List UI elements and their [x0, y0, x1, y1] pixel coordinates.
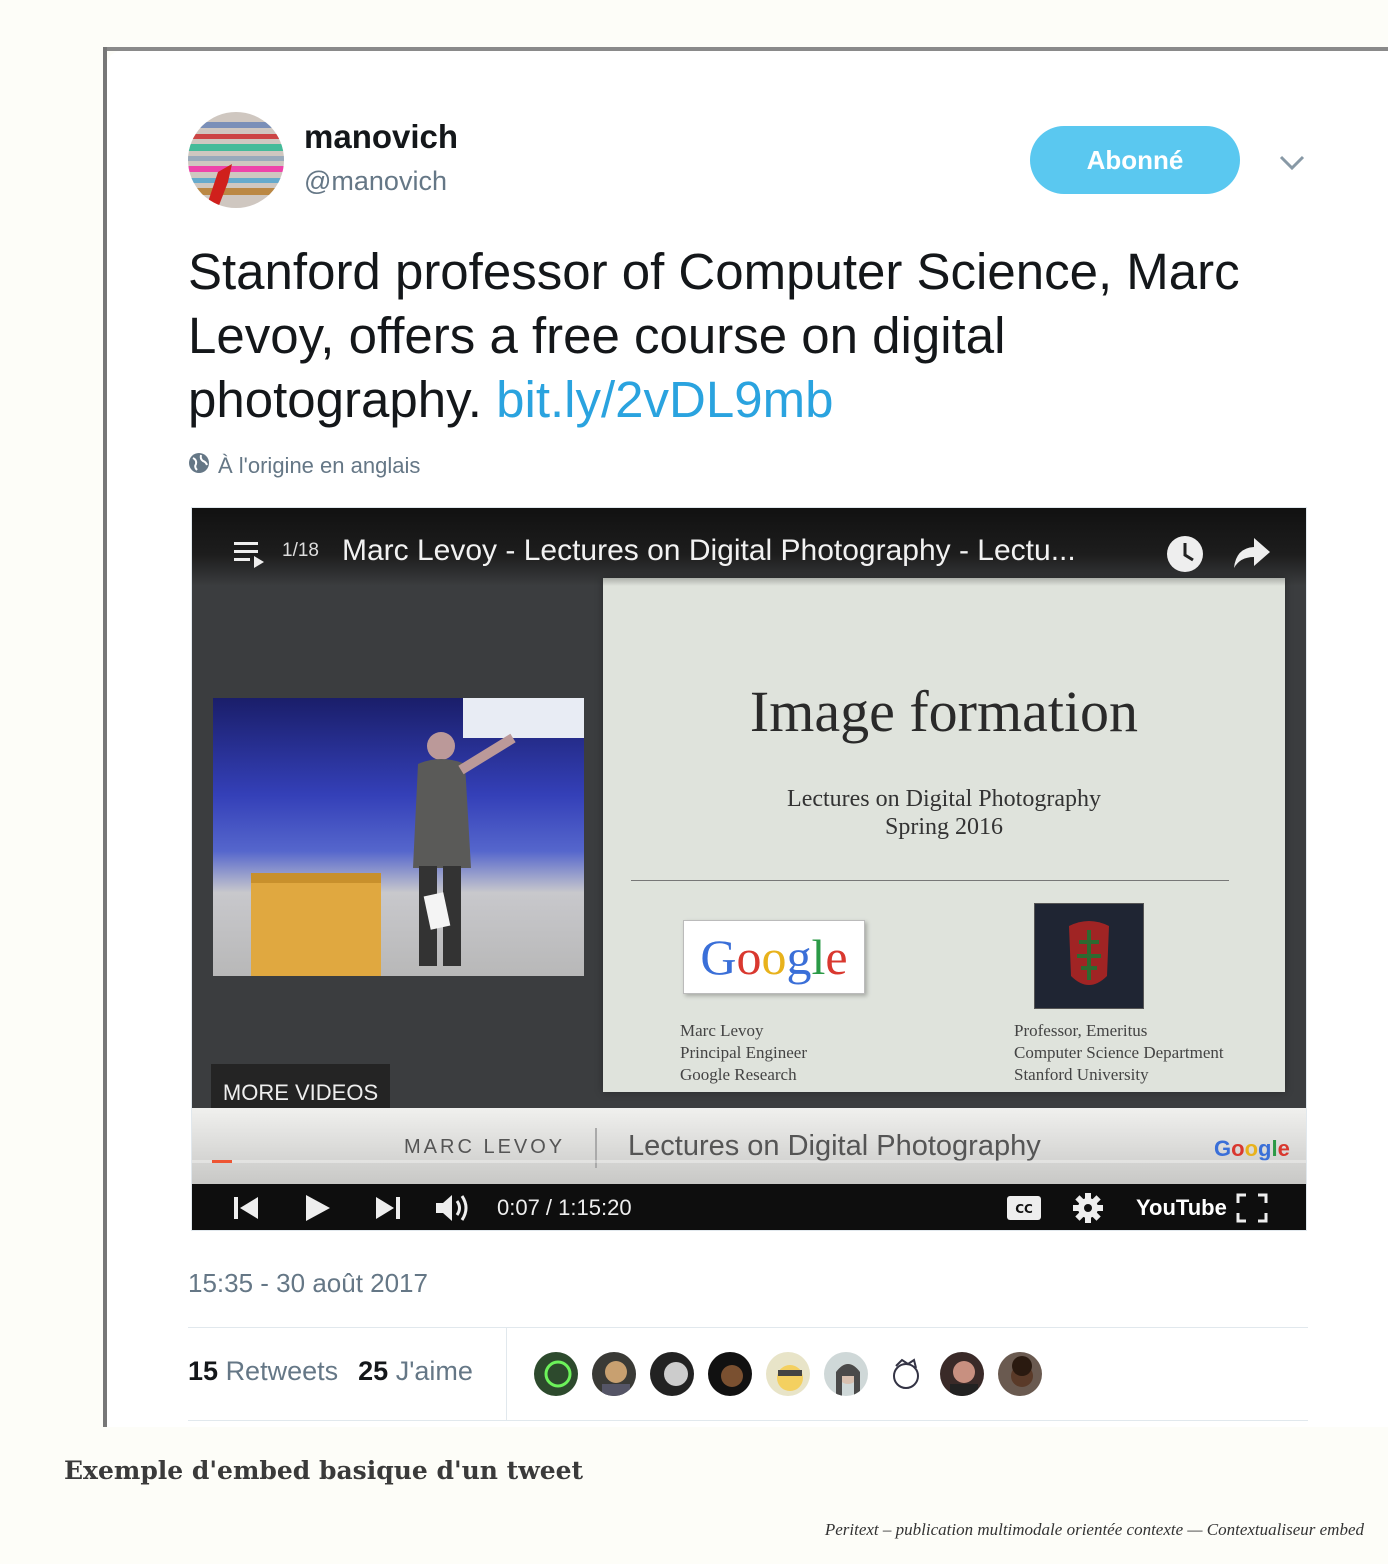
lecture-slide: Image formation Lectures on Digital Phot… — [603, 578, 1285, 1092]
page-footer: Peritext – publication multimodale orien… — [824, 1520, 1364, 1539]
slide-credits-left: Marc Levoy Principal Engineer Google Res… — [680, 1020, 807, 1086]
slide-credits-right: Professor, Emeritus Computer Science Dep… — [1014, 1020, 1224, 1086]
slide-divider — [631, 880, 1229, 881]
playlist-counter: 1/18 — [282, 540, 319, 561]
progress-bar-fill — [212, 1160, 232, 1163]
video-title[interactable]: Marc Levoy - Lectures on Digital Photogr… — [342, 534, 1076, 568]
stats-divider-bottom — [188, 1420, 1308, 1421]
progress-bar[interactable] — [192, 1160, 1306, 1163]
volume-icon[interactable] — [434, 1184, 472, 1230]
liker-avatar[interactable] — [532, 1350, 580, 1398]
retweets-count: 15 — [188, 1356, 219, 1386]
lower-third-name: MARC LEVOY — [404, 1136, 566, 1158]
retweets-label: Retweets — [225, 1356, 339, 1386]
follow-button[interactable]: Abonné — [1030, 126, 1240, 194]
slide-term: Spring 2016 — [884, 814, 1003, 840]
video-time: 0:07 / 1:15:20 — [497, 1195, 632, 1220]
liker-avatar[interactable] — [764, 1350, 812, 1398]
slide-subtitle: Lectures on Digital Photography — [787, 786, 1101, 812]
chevron-down-icon[interactable] — [1276, 148, 1308, 176]
share-icon[interactable] — [1232, 536, 1272, 577]
tweet-timestamp[interactable]: 15:35 - 30 août 2017 — [188, 1268, 428, 1299]
slide-prof-org: Stanford University — [1014, 1065, 1149, 1084]
tweet-link[interactable]: bit.ly/2vDL9mb — [496, 371, 833, 428]
liker-avatar[interactable] — [648, 1350, 696, 1398]
slide-person-role: Principal Engineer — [680, 1043, 807, 1062]
lower-third-series: Lectures on Digital Photography — [628, 1130, 1041, 1162]
figure-caption: Exemple d'embed basique d'un tweet — [64, 1456, 584, 1485]
speaker-video-inset — [213, 698, 584, 976]
liker-avatar[interactable] — [938, 1350, 986, 1398]
likes-stat[interactable]: 25 J'aime — [358, 1356, 473, 1387]
likers-avatars — [532, 1350, 1044, 1398]
liker-avatar[interactable] — [822, 1350, 870, 1398]
translation-note[interactable]: À l'origine en anglais — [188, 452, 420, 480]
slide-prof-title: Professor, Emeritus — [1014, 1021, 1148, 1040]
tweet-stats: 15 Retweets 25 J'aime — [188, 1356, 473, 1387]
settings-gear-icon[interactable] — [1072, 1184, 1104, 1230]
youtube-player[interactable]: Image formation Lectures on Digital Phot… — [191, 507, 1307, 1231]
play-icon[interactable] — [302, 1184, 332, 1230]
google-logo: Google — [683, 920, 865, 994]
stanford-seal-icon — [1034, 903, 1144, 1009]
stats-divider-vertical — [506, 1327, 507, 1421]
slide-person-name: Marc Levoy — [680, 1021, 764, 1040]
youtube-logo[interactable]: YouTube — [1136, 1184, 1227, 1230]
captions-icon[interactable]: CC — [1006, 1184, 1042, 1230]
globe-icon — [188, 452, 210, 480]
liker-avatar[interactable] — [996, 1350, 1044, 1398]
user-handle[interactable]: @manovich — [304, 166, 447, 197]
display-name[interactable]: manovich — [304, 118, 458, 156]
likes-label: J'aime — [395, 1356, 473, 1386]
lower-third-banner: MARC LEVOY Lectures on Digital Photograp… — [192, 1108, 1306, 1184]
liker-avatar[interactable] — [880, 1350, 928, 1398]
slide-person-org: Google Research — [680, 1065, 797, 1084]
watch-later-icon[interactable] — [1165, 534, 1205, 579]
slide-title: Image formation — [749, 679, 1139, 744]
liker-avatar[interactable] — [590, 1350, 638, 1398]
liker-avatar[interactable] — [706, 1350, 754, 1398]
avatar[interactable] — [188, 112, 284, 208]
player-controls: 0:07 / 1:15:20 CC YouTube — [192, 1184, 1306, 1230]
fullscreen-icon[interactable] — [1236, 1184, 1268, 1230]
tweet-text: Stanford professor of Computer Science, … — [188, 240, 1298, 432]
likes-count: 25 — [358, 1356, 389, 1386]
previous-icon[interactable] — [232, 1184, 260, 1230]
playlist-icon[interactable] — [234, 540, 266, 573]
retweets-stat[interactable]: 15 Retweets — [188, 1356, 338, 1387]
origin-label: À l'origine en anglais — [218, 453, 421, 478]
svg-text:CC: CC — [1015, 1202, 1033, 1216]
slide-prof-dept: Computer Science Department — [1014, 1043, 1224, 1062]
lower-third-google-logo: Google — [1214, 1136, 1290, 1161]
next-icon[interactable] — [374, 1184, 402, 1230]
stats-divider-top — [188, 1327, 1308, 1328]
